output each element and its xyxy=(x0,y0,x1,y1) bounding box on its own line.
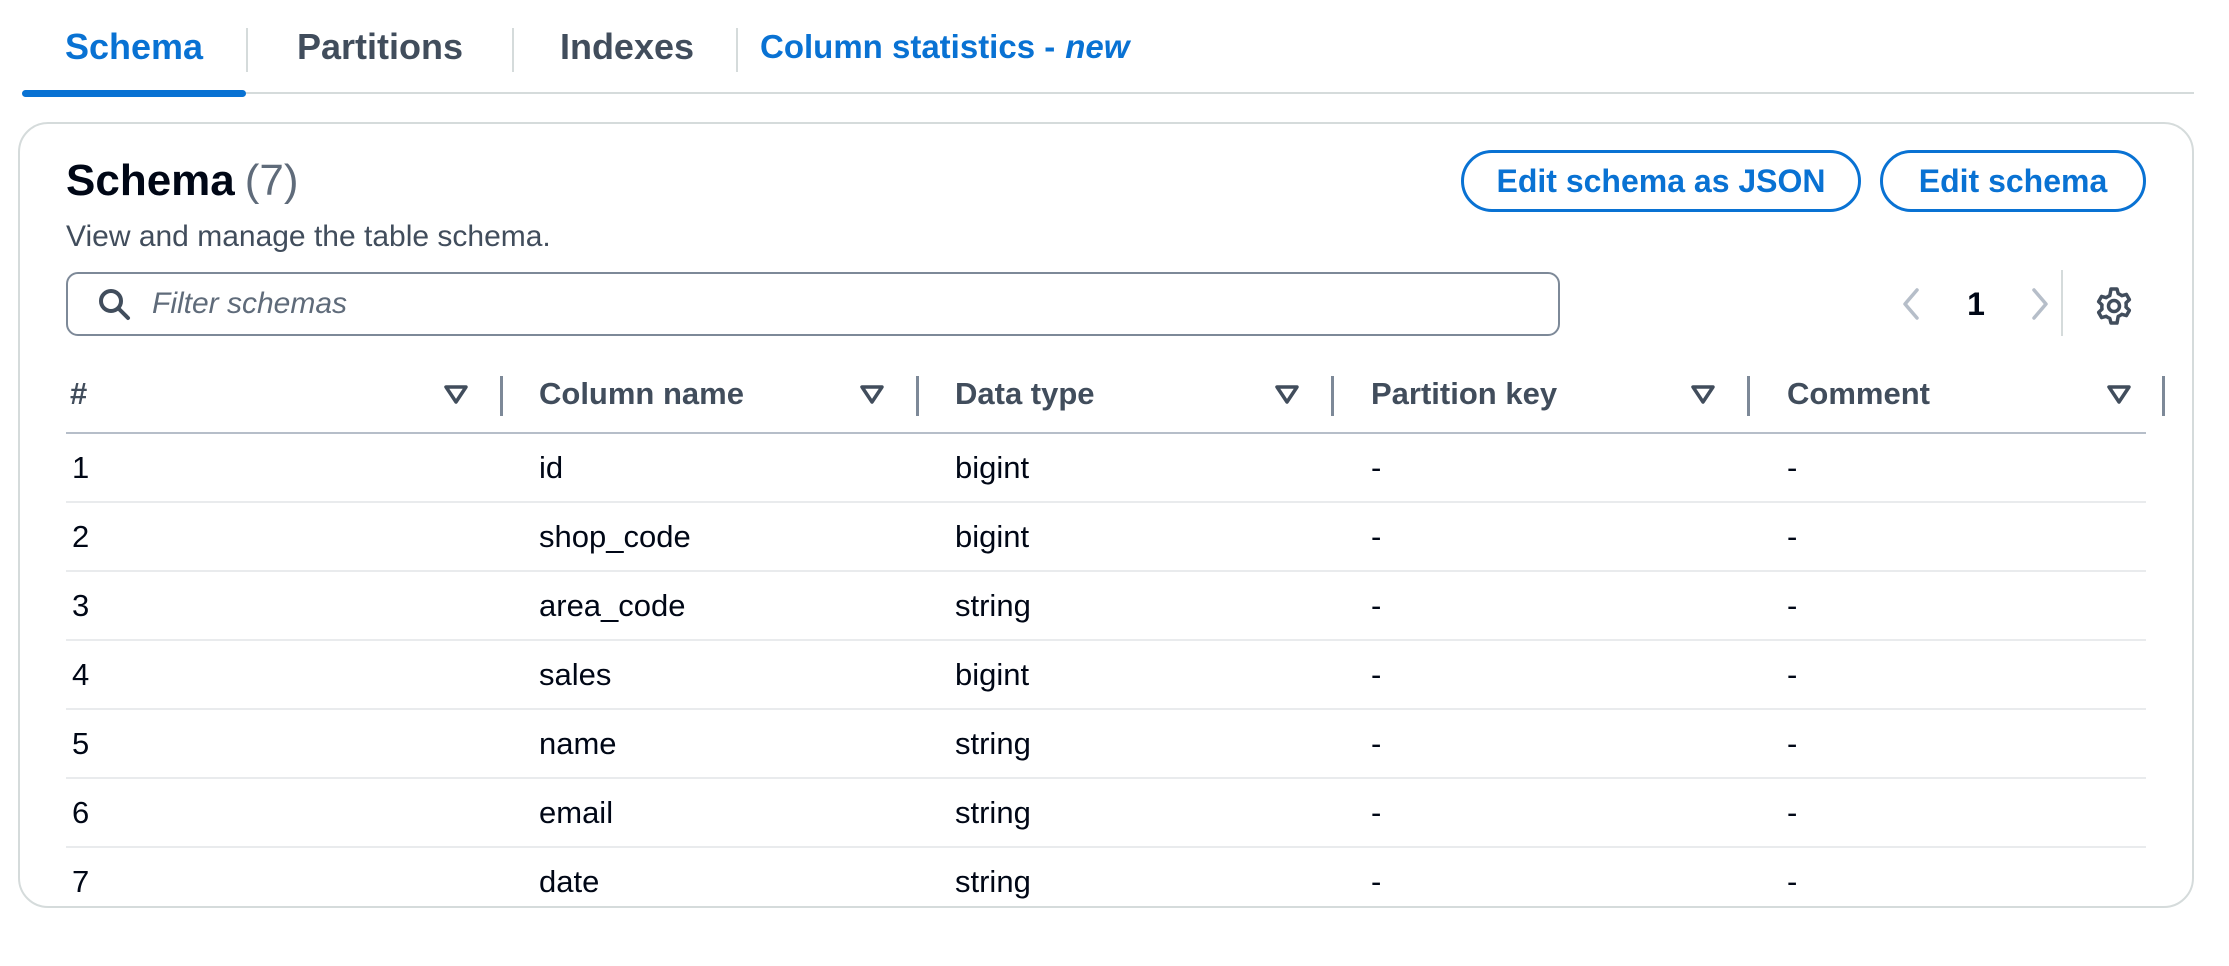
cell-comment: - xyxy=(1787,863,1798,899)
cell-data-type: string xyxy=(955,863,1031,899)
tab-indexes-label: Indexes xyxy=(559,26,695,67)
cell-number: 4 xyxy=(72,656,90,692)
table-row: 1 id bigint - - xyxy=(66,434,2146,503)
column-resizer[interactable] xyxy=(500,376,503,416)
preferences-button[interactable] xyxy=(2090,282,2138,330)
cell-comment: - xyxy=(1787,725,1798,761)
cell-comment: - xyxy=(1787,518,1798,554)
page-title: Schema (7) xyxy=(66,156,299,206)
cell-partition-key: - xyxy=(1371,449,1382,485)
cell-partition-key: - xyxy=(1371,587,1382,623)
cell-partition-key: - xyxy=(1371,863,1382,899)
cell-data-type: bigint xyxy=(955,449,1030,485)
cell-partition-key: - xyxy=(1371,518,1382,554)
column-resizer[interactable] xyxy=(916,376,919,416)
column-header-comment[interactable]: Comment xyxy=(1787,356,2087,432)
cell-data-type: bigint xyxy=(955,656,1030,692)
search-icon xyxy=(99,289,130,320)
caret-down-icon[interactable] xyxy=(856,378,888,410)
next-page-button[interactable] xyxy=(2020,280,2060,328)
filter-schemas-input[interactable] xyxy=(150,273,1558,335)
column-header-column-name[interactable]: Column name xyxy=(539,356,909,432)
previous-page-button[interactable] xyxy=(1891,280,1931,328)
caret-down-icon[interactable] xyxy=(1271,378,1303,410)
tab-divider xyxy=(736,28,738,72)
cell-number: 6 xyxy=(72,794,90,830)
cell-number: 3 xyxy=(72,587,90,623)
cell-column-name: id xyxy=(539,449,564,485)
cell-number: 2 xyxy=(72,518,90,554)
schema-count: (7) xyxy=(244,156,299,205)
cell-data-type: string xyxy=(955,587,1031,623)
caret-down-icon[interactable] xyxy=(440,378,472,410)
cell-partition-key: - xyxy=(1371,656,1382,692)
column-resizer[interactable] xyxy=(2162,376,2165,416)
new-label: new xyxy=(1065,28,1130,65)
table-row: 5 name string - - xyxy=(66,710,2146,779)
pager-divider xyxy=(2061,270,2063,336)
column-resizer[interactable] xyxy=(1747,376,1750,416)
table-row: 7 date string - - xyxy=(66,848,2146,917)
table-row: 4 sales bigint - - xyxy=(66,641,2146,710)
cell-comment: - xyxy=(1787,656,1798,692)
cell-number: 7 xyxy=(72,863,90,899)
cell-comment: - xyxy=(1787,794,1798,830)
column-resizer[interactable] xyxy=(1331,376,1334,416)
cell-column-name: shop_code xyxy=(539,518,691,554)
cell-number: 5 xyxy=(72,725,90,761)
cell-number: 1 xyxy=(72,449,90,485)
edit-schema-json-button[interactable]: Edit schema as JSON xyxy=(1461,150,1861,212)
chevron-right-icon xyxy=(2032,288,2048,320)
cell-partition-key: - xyxy=(1371,725,1382,761)
cell-column-name: date xyxy=(539,863,600,899)
column-header-partition-key[interactable]: Partition key xyxy=(1371,356,1741,432)
cell-data-type: bigint xyxy=(955,518,1030,554)
cell-comment: - xyxy=(1787,587,1798,623)
edit-schema-button[interactable]: Edit schema xyxy=(1880,150,2146,212)
table-row: 3 area_code string - - xyxy=(66,572,2146,641)
cell-column-name: name xyxy=(539,725,617,761)
tab-schema-label: Schema xyxy=(64,26,204,67)
schema-title: Schema xyxy=(66,156,235,205)
column-header-number[interactable]: # xyxy=(70,356,480,432)
schema-container: Schema (7) View and manage the table sche… xyxy=(18,122,2194,908)
cell-data-type: string xyxy=(955,725,1031,761)
cell-column-name: email xyxy=(539,794,614,830)
cell-data-type: string xyxy=(955,794,1031,830)
cell-comment: - xyxy=(1787,449,1798,485)
table-header: # Column name Data type Partition key Co… xyxy=(66,356,2165,434)
schema-table: # Column name Data type Partition key Co… xyxy=(66,356,2165,917)
caret-down-icon[interactable] xyxy=(2103,378,2135,410)
caret-down-icon[interactable] xyxy=(1687,378,1719,410)
column-header-data-type[interactable]: Data type xyxy=(955,356,1325,432)
tab-partitions-label: Partitions xyxy=(296,26,464,67)
tab-partitions[interactable]: Partitions xyxy=(248,0,512,94)
table-body: 1 id bigint - - 2 shop_code bigint - - 3… xyxy=(66,434,2146,917)
tab-bar: Schema Partitions Indexes Column statist… xyxy=(22,0,2194,97)
filter-box xyxy=(66,272,1560,336)
tab-schema[interactable]: Schema xyxy=(22,0,246,97)
chevron-left-icon xyxy=(1903,288,1919,320)
tab-column-statistics[interactable]: Column statistics - new xyxy=(760,0,1160,94)
schema-description: View and manage the table schema. xyxy=(66,220,551,253)
gear-icon xyxy=(2096,287,2132,325)
cell-column-name: area_code xyxy=(539,587,686,623)
cell-column-name: sales xyxy=(539,656,612,692)
page-number-button[interactable]: 1 xyxy=(1956,280,1996,328)
tab-column-statistics-label: Column statistics - xyxy=(760,28,1056,65)
tab-indexes[interactable]: Indexes xyxy=(514,0,740,94)
cell-partition-key: - xyxy=(1371,794,1382,830)
table-row: 6 email string - - xyxy=(66,779,2146,848)
table-row: 2 shop_code bigint - - xyxy=(66,503,2146,572)
